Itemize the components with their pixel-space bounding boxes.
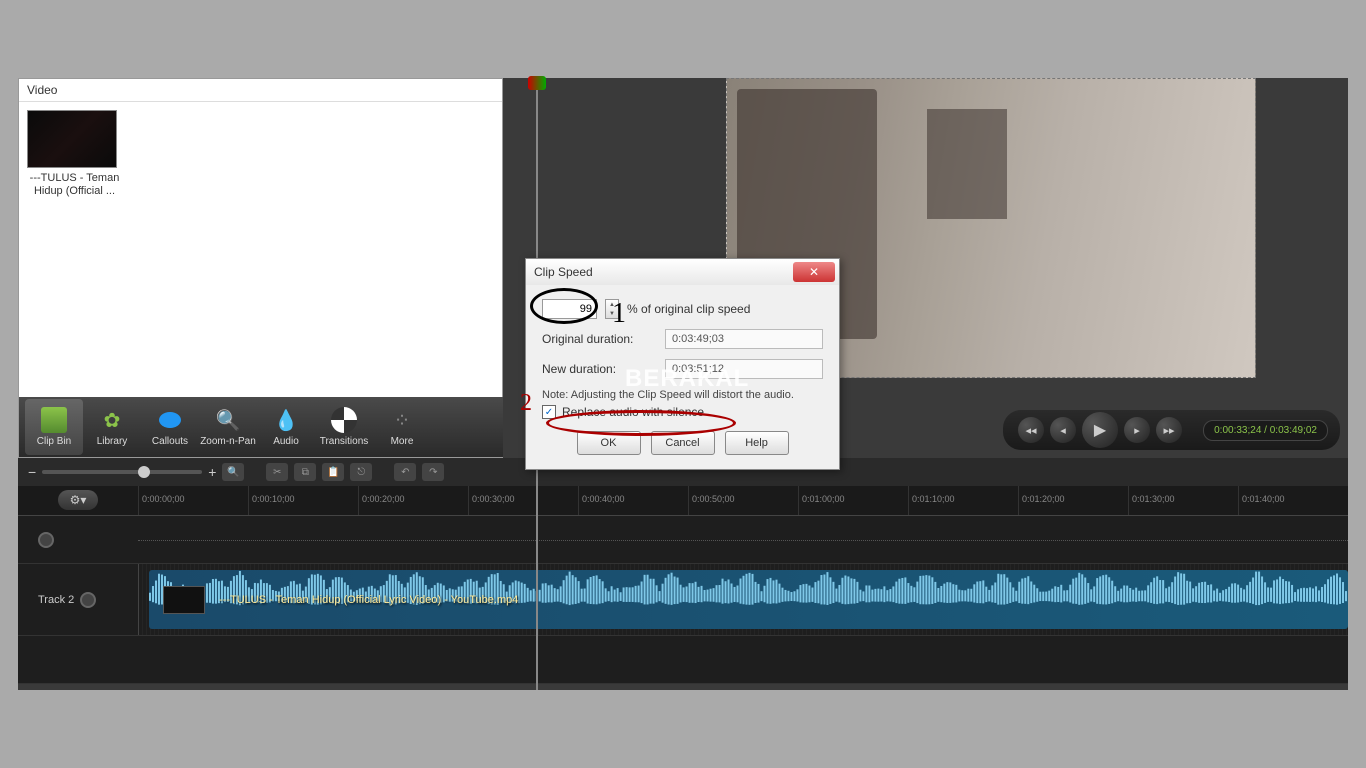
track-empty-2[interactable] [18, 636, 1348, 684]
speed-spinner[interactable]: ▲▼ [605, 299, 619, 319]
transitions-icon [331, 407, 357, 433]
speed-suffix-label: % of original clip speed [627, 302, 750, 316]
zoom-slider[interactable] [42, 470, 202, 474]
track-gear-icon[interactable] [38, 532, 54, 548]
playback-time: 0:00:33;24 / 0:03:49;02 [1203, 420, 1328, 441]
cut-button[interactable]: ✂ [266, 463, 288, 481]
clip-title: ---TULUS - Teman Hidup (Official Lyric V… [219, 594, 518, 606]
zoom-in-icon[interactable]: + [208, 464, 216, 480]
audio-clip[interactable]: ---TULUS - Teman Hidup (Official Lyric V… [149, 570, 1348, 629]
redo-button[interactable]: ↷ [422, 463, 444, 481]
prev-frame-button[interactable]: ◂◂ [1018, 417, 1044, 443]
timeline-ruler[interactable]: ⚙▾ 0:00:00;00 0:00:10;00 0:00:20;00 0:00… [18, 486, 1348, 516]
clip-bin-icon [41, 407, 67, 433]
help-button[interactable]: Help [725, 431, 789, 455]
undo-button[interactable]: ↶ [394, 463, 416, 481]
transitions-button[interactable]: Transitions [315, 399, 373, 455]
clip-bin-panel: Video ---TULUS - Teman Hidup (Official .… [18, 78, 503, 458]
more-icon: ⁘ [389, 407, 415, 433]
ok-button[interactable]: OK [577, 431, 641, 455]
track-gear-icon[interactable] [80, 592, 96, 608]
original-duration-label: Original duration: [542, 332, 657, 346]
cancel-button[interactable]: Cancel [651, 431, 715, 455]
track-empty-1[interactable] [18, 516, 1348, 564]
clip-item-label: ---TULUS - Teman Hidup (Official ... [27, 172, 122, 198]
speed-percent-input[interactable] [542, 299, 597, 319]
zoom-thumb[interactable] [138, 466, 150, 478]
tools-toolbar: Clip Bin ✿Library Callouts 🔍Zoom-n-Pan 💧… [19, 397, 504, 457]
library-button[interactable]: ✿Library [83, 399, 141, 455]
library-icon: ✿ [99, 407, 125, 433]
callouts-button[interactable]: Callouts [141, 399, 199, 455]
new-duration-value: 0:03:51;12 [665, 359, 823, 379]
next-button[interactable]: ▸ [1124, 417, 1150, 443]
track-2-label: Track 2 [38, 594, 74, 606]
zoom-pan-button[interactable]: 🔍Zoom-n-Pan [199, 399, 257, 455]
replace-audio-checkbox[interactable]: ✓ [542, 405, 556, 419]
original-duration-value: 0:03:49;03 [665, 329, 823, 349]
track-header [18, 532, 138, 548]
clip-thumbnail[interactable] [27, 110, 117, 168]
play-button[interactable]: ▶ [1082, 412, 1118, 448]
audio-button[interactable]: 💧Audio [257, 399, 315, 455]
next-frame-button[interactable]: ▸▸ [1156, 417, 1182, 443]
dialog-note: Note: Adjusting the Clip Speed will dist… [542, 389, 823, 401]
clip-speed-dialog: Clip Speed ✕ ▲▼ % of original clip speed… [525, 258, 840, 470]
copy-button[interactable]: ⧉ [294, 463, 316, 481]
callout-icon [157, 407, 183, 433]
close-button[interactable]: ✕ [793, 262, 835, 282]
replace-audio-label: Replace audio with silence [562, 405, 704, 419]
new-duration-label: New duration: [542, 362, 657, 376]
timeline-menu-button[interactable]: ⚙▾ [58, 490, 98, 510]
zoom-icon: 🔍 [215, 407, 241, 433]
prev-button[interactable]: ◂ [1050, 417, 1076, 443]
audio-icon: 💧 [273, 407, 299, 433]
clip-mini-thumb [163, 586, 205, 614]
track-2[interactable]: Track 2 ---TULUS - Teman Hidup (Official… [18, 564, 1348, 636]
playback-bar: ◂◂ ◂ ▶ ▸ ▸▸ 0:00:33;24 / 0:03:49;02 [1003, 410, 1340, 450]
clip-bin-header: Video [19, 79, 502, 102]
more-button[interactable]: ⁘More [373, 399, 431, 455]
split-button[interactable]: ⎋ [350, 463, 372, 481]
zoom-out-icon[interactable]: − [28, 464, 36, 480]
timeline: ⚙▾ 0:00:00;00 0:00:10;00 0:00:20;00 0:00… [18, 486, 1348, 684]
clip-item[interactable]: ---TULUS - Teman Hidup (Official ... [27, 110, 122, 198]
dialog-title: Clip Speed [534, 265, 593, 279]
dialog-titlebar[interactable]: Clip Speed ✕ [526, 259, 839, 285]
zoom-fit-button[interactable]: 🔍 [222, 463, 244, 481]
track-2-content[interactable]: ---TULUS - Teman Hidup (Official Lyric V… [138, 564, 1348, 635]
track-2-header: Track 2 [18, 592, 138, 608]
clip-bin-button[interactable]: Clip Bin [25, 399, 83, 455]
paste-button[interactable]: 📋 [322, 463, 344, 481]
